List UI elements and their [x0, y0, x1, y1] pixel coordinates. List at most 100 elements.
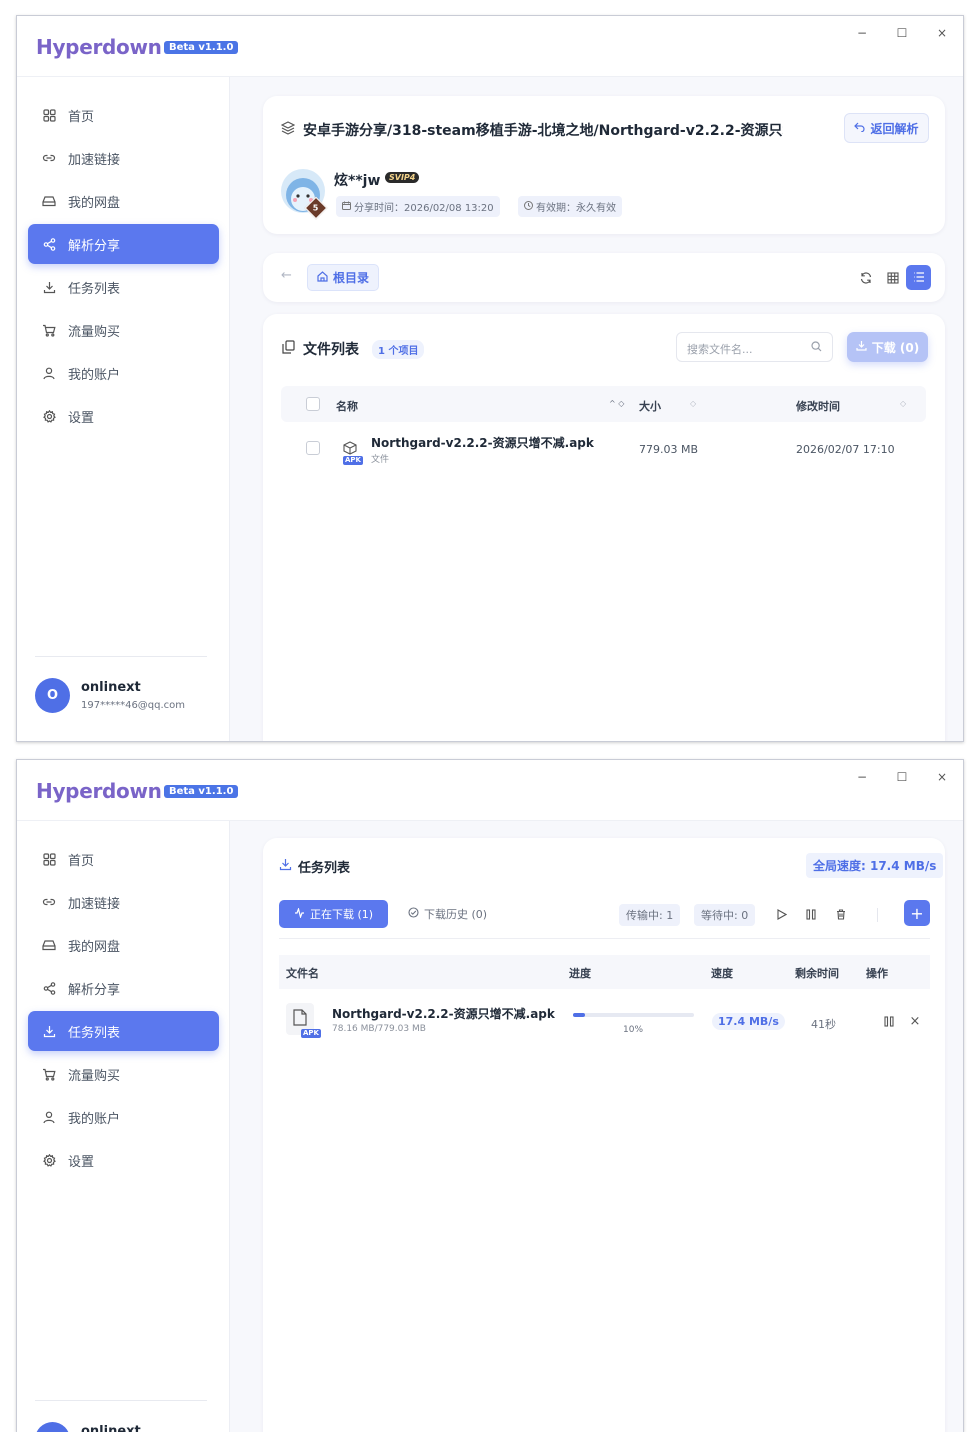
file-list-card: 文件列表 1 个项目 搜索文件名... 下载 (0) 名称 ^ ◇ 大小 ◇ 修…: [263, 314, 945, 741]
activity-icon: [294, 906, 305, 921]
root-directory-label: 根目录: [333, 271, 370, 285]
directory-toolbar: ← 根目录: [263, 253, 945, 302]
layers-icon: [280, 121, 296, 138]
row-checkbox[interactable]: [306, 441, 320, 455]
drive-icon: [42, 938, 56, 952]
download-button-label: 下载 (0): [871, 340, 920, 355]
column-header-name[interactable]: 名称: [336, 398, 358, 414]
download-icon: [42, 280, 56, 294]
sidebar-item-home[interactable]: 首页: [28, 95, 219, 135]
list-view-button[interactable]: [906, 265, 931, 290]
sidebar-item-label: 任务列表: [68, 281, 121, 297]
root-directory-button[interactable]: 根目录: [307, 264, 380, 291]
column-header-size[interactable]: 大小: [639, 398, 661, 414]
cart-icon: [42, 1067, 56, 1081]
close-button[interactable]: ×: [932, 770, 952, 784]
sidebar-item-traffic[interactable]: 流量购买: [28, 1054, 219, 1094]
task-speed-badge: 17.4 MB/s: [712, 1013, 785, 1030]
avatar[interactable]: O: [35, 1422, 70, 1432]
task-transferred: 78.16 MB/779.03 MB: [332, 1024, 426, 1034]
share-icon: [42, 981, 56, 995]
add-task-button[interactable]: +: [904, 900, 930, 926]
share-info-card: 安卓手游分享/318-steam移植手游-北境之地/Northgard-v2.2…: [263, 96, 945, 234]
app-logo: Hyperdown: [36, 779, 162, 803]
task-remaining: 41秒: [811, 1018, 836, 1031]
download-icon: [279, 858, 292, 874]
sidebar-item-account[interactable]: 我的账户: [28, 1097, 219, 1137]
sidebar-item-share-parse[interactable]: 解析分享: [28, 968, 219, 1008]
sidebar-item-account[interactable]: 我的账户: [28, 353, 219, 393]
file-icon: [293, 1009, 307, 1029]
sidebar-item-traffic[interactable]: 流量购买: [28, 310, 219, 350]
global-speed-badge: 全局速度: 17.4 MB/s: [806, 853, 944, 878]
sidebar-item-settings[interactable]: 设置: [28, 396, 219, 436]
copy-icon: [282, 340, 295, 357]
app-window-share: Hyperdown Beta v1.1.0 − ☐ × 首页 加速链接 我的网盘…: [16, 15, 964, 742]
user-name: onlinext: [81, 680, 141, 695]
transferring-count: 传输中: 1: [619, 904, 681, 926]
back-to-parse-button[interactable]: 返回解析: [844, 113, 929, 143]
table-row[interactable]: APK Northgard-v2.2.2-资源只增不减.apk 文件 779.0…: [281, 424, 926, 472]
sort-icon[interactable]: ◇: [690, 399, 696, 408]
sidebar-item-drive[interactable]: 我的网盘: [28, 925, 219, 965]
file-size: 779.03 MB: [639, 443, 699, 456]
sidebar-item-label: 解析分享: [68, 238, 121, 254]
file-name[interactable]: Northgard-v2.2.2-资源只增不减.apk: [371, 434, 594, 451]
minimize-button[interactable]: −: [852, 770, 872, 784]
sidebar-divider: [35, 656, 207, 657]
sidebar-item-label: 我的网盘: [68, 939, 121, 955]
sidebar-item-drive[interactable]: 我的网盘: [28, 181, 219, 221]
tab-history[interactable]: 下载历史 (0): [408, 900, 487, 928]
play-icon[interactable]: [771, 903, 793, 925]
grid-view-icon[interactable]: [882, 267, 904, 289]
title-bar: Hyperdown Beta v1.1.0 − ☐ ×: [17, 16, 963, 77]
minimize-button[interactable]: −: [852, 26, 872, 40]
sidebar-item-label: 任务列表: [68, 1025, 121, 1041]
sidebar-item-share-parse[interactable]: 解析分享: [28, 224, 219, 264]
close-button[interactable]: ×: [932, 26, 952, 40]
download-button[interactable]: 下载 (0): [847, 332, 928, 362]
sidebar-item-accelerate[interactable]: 加速链接: [28, 882, 219, 922]
search-input[interactable]: 搜索文件名...: [676, 332, 833, 362]
app-window-tasks: Hyperdown Beta v1.1.0 − ☐ × 首页 加速链接 我的网盘…: [16, 759, 964, 1432]
avatar[interactable]: O: [35, 678, 70, 713]
sidebar-item-label: 我的账户: [68, 367, 121, 383]
task-file-name: Northgard-v2.2.2-资源只增不减.apk: [332, 1007, 555, 1021]
sidebar-item-label: 加速链接: [68, 896, 121, 912]
select-all-checkbox[interactable]: [306, 397, 320, 411]
maximize-button[interactable]: ☐: [892, 770, 912, 784]
gear-icon: [42, 1153, 56, 1167]
progress-label: 10%: [623, 1025, 644, 1035]
sidebar-item-tasks[interactable]: 任务列表: [28, 1011, 219, 1051]
sidebar-item-home[interactable]: 首页: [28, 839, 219, 879]
validity-text: 有效期：永久有效: [536, 203, 616, 214]
sidebar: 首页 加速链接 我的网盘 解析分享 任务列表 流量购买 我的账户 设置: [17, 821, 230, 1432]
refresh-icon[interactable]: [855, 267, 877, 289]
close-icon[interactable]: ×: [904, 1010, 926, 1032]
sort-icon[interactable]: ◇: [900, 399, 906, 408]
tab-history-label: 下载历史 (0): [424, 908, 488, 921]
sort-icon[interactable]: ^ ◇: [609, 399, 624, 408]
pause-icon[interactable]: [800, 903, 822, 925]
column-header-progress: 进度: [569, 967, 591, 980]
tab-downloading[interactable]: 正在下载 (1): [279, 900, 388, 928]
sidebar-item-accelerate[interactable]: 加速链接: [28, 138, 219, 178]
divider: [279, 938, 930, 939]
gear-icon: [42, 409, 56, 423]
trash-icon[interactable]: [830, 903, 852, 925]
title-bar: Hyperdown Beta v1.1.0 − ☐ ×: [17, 760, 963, 821]
maximize-button[interactable]: ☐: [892, 26, 912, 40]
drive-icon: [42, 194, 56, 208]
grid-icon: [42, 108, 56, 122]
progress-bar: [573, 1013, 694, 1017]
column-header-modified[interactable]: 修改时间: [796, 398, 840, 414]
sidebar-item-tasks[interactable]: 任务列表: [28, 267, 219, 307]
column-header-remaining: 剩余时间: [795, 967, 839, 980]
clock-icon: [524, 200, 533, 213]
sidebar-item-settings[interactable]: 设置: [28, 1140, 219, 1180]
back-arrow-icon[interactable]: ←: [281, 268, 292, 283]
calendar-icon: [342, 201, 351, 213]
pause-icon[interactable]: [878, 1010, 900, 1032]
file-modified: 2026/02/07 17:10: [796, 443, 895, 456]
sidebar-item-label: 加速链接: [68, 152, 121, 168]
